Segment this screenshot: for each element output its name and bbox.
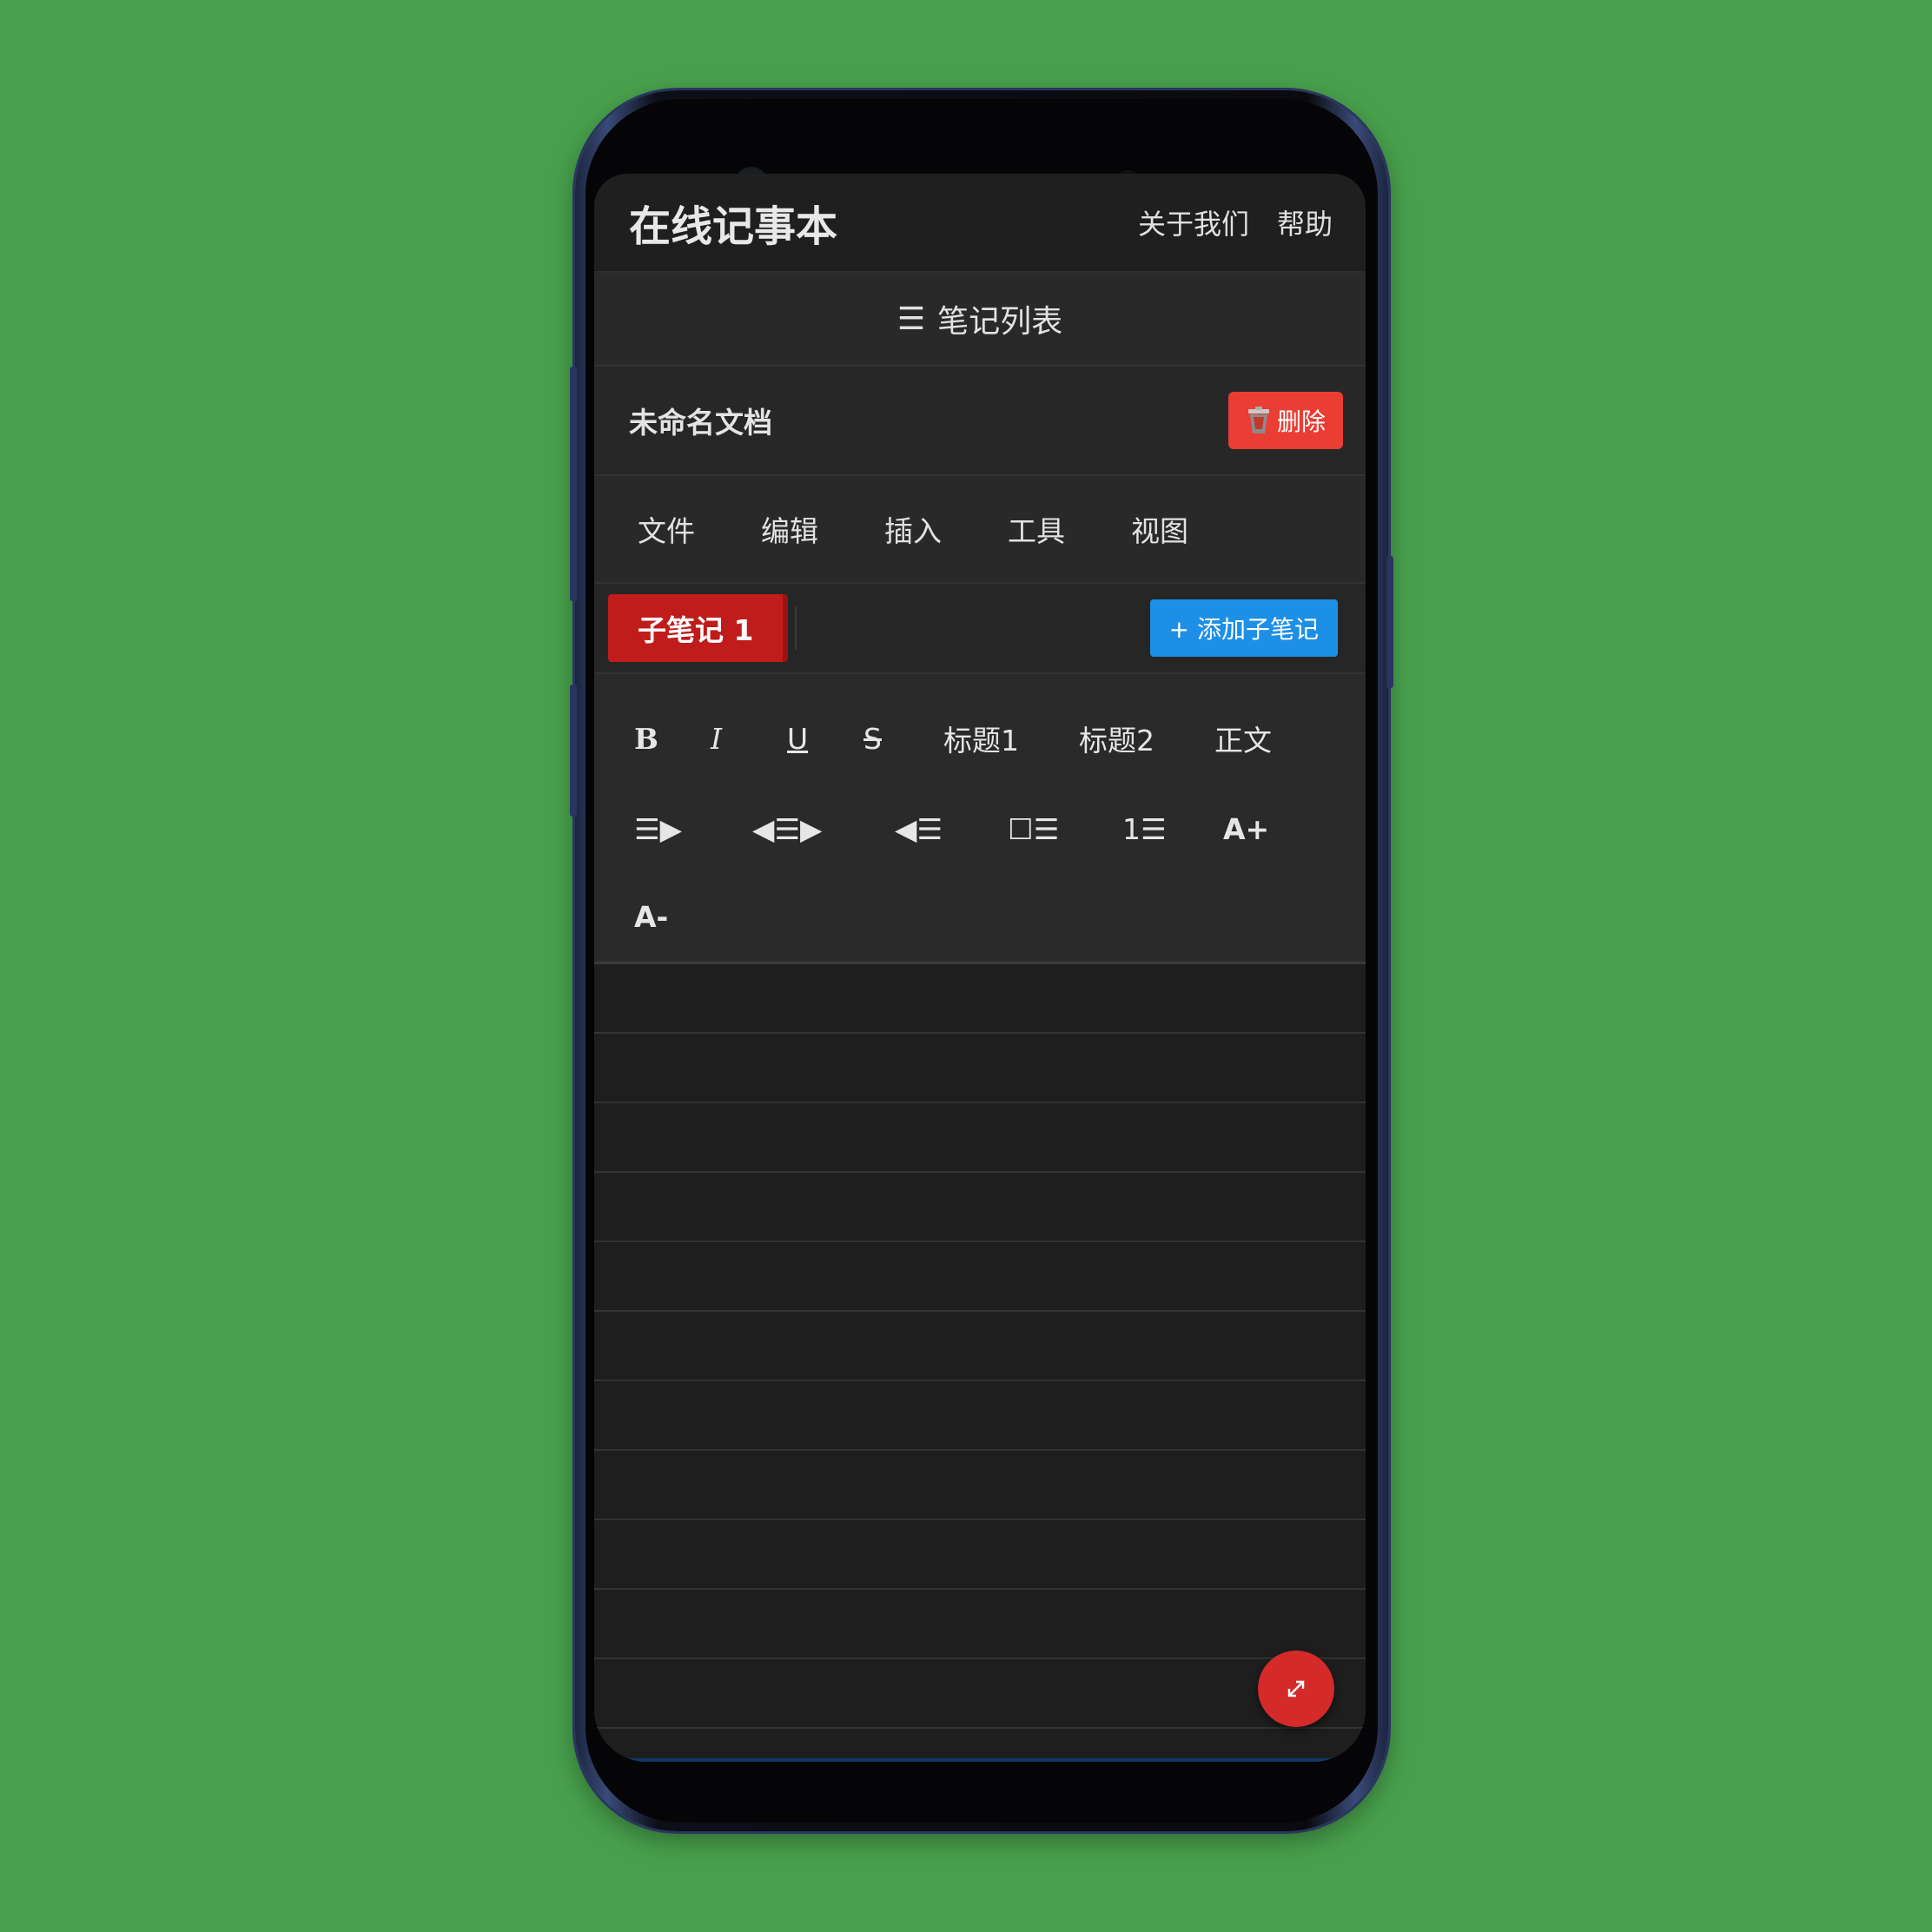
align-left-button[interactable]: ☰▶ <box>634 812 752 846</box>
increase-font-button[interactable]: A+ <box>1223 812 1301 846</box>
heading1-button[interactable]: 标题1 <box>943 718 1079 759</box>
align-right-icon: ◀☰ <box>895 811 943 846</box>
notes-list-toggle[interactable]: ☰ 笔记列表 <box>594 273 1366 367</box>
delete-label: 删除 <box>1276 407 1326 436</box>
toolbar-row-1: B I U S 标题1 标题2 正文 <box>634 693 1366 784</box>
hamburger-icon: ☰ <box>897 301 926 337</box>
menu-tools[interactable]: 工具 <box>1008 508 1065 550</box>
tab-divider <box>795 606 797 650</box>
ordered-list-icon: 1☰ <box>1122 811 1167 846</box>
fullscreen-fab[interactable] <box>1258 1651 1334 1727</box>
document-bar: 未命名文档 删除 <box>594 367 1366 476</box>
menu-view[interactable]: 视图 <box>1131 508 1188 550</box>
document-title[interactable]: 未命名文档 <box>629 400 772 441</box>
toolbar-row-2: ☰▶ ◀☰▶ ◀☰ ☐☰ 1☰ A+ <box>634 784 1366 874</box>
notes-list-label: 笔记列表 <box>937 304 1063 340</box>
power-button <box>1386 556 1393 688</box>
italic-button[interactable]: I <box>711 722 787 756</box>
underline-button[interactable]: U <box>787 722 863 756</box>
checklist-icon: ☐☰ <box>1008 811 1060 846</box>
menu-file[interactable]: 文件 <box>638 508 695 550</box>
volume-button <box>570 367 577 601</box>
screen-bottom-edge <box>594 1758 1366 1762</box>
app-title: 在线记事本 <box>629 202 838 251</box>
menu-bar: 文件 编辑 插入 工具 视图 <box>594 476 1366 584</box>
align-right-button[interactable]: ◀☰ <box>895 812 1008 846</box>
ordered-list-number: 1 <box>1122 811 1141 846</box>
help-link[interactable]: 帮助 <box>1277 202 1333 242</box>
about-us-link[interactable]: 关于我们 <box>1138 202 1249 242</box>
align-center-button[interactable]: ◀☰▶ <box>752 812 895 846</box>
align-left-icon: ☰▶ <box>634 811 682 846</box>
bixby-button <box>570 685 577 817</box>
menu-insert[interactable]: 插入 <box>884 508 942 550</box>
ordered-list-button[interactable]: 1☰ <box>1122 812 1223 846</box>
decrease-font-button[interactable]: A- <box>634 900 712 934</box>
trash-icon <box>1247 407 1269 433</box>
menu-edit[interactable]: 编辑 <box>761 508 818 550</box>
strikethrough-button[interactable]: S <box>863 722 943 756</box>
delete-button[interactable]: 删除 <box>1227 392 1343 449</box>
tabs-left: 子笔记 1 <box>608 594 797 662</box>
expand-arrows-icon <box>1287 1680 1305 1697</box>
format-toolbar: B I U S 标题1 标题2 正文 ☰▶ ◀☰▶ ◀☰ ☐☰ 1☰ A+ A- <box>594 674 1366 964</box>
align-center-icon: ◀☰▶ <box>752 811 823 846</box>
bold-button[interactable]: B <box>634 722 711 756</box>
checklist-button[interactable]: ☐☰ <box>1008 812 1122 846</box>
heading2-button[interactable]: 标题2 <box>1079 718 1214 759</box>
app-screen: 在线记事本 关于我们 帮助 ☰ 笔记列表 未命名文档 删除 文件 编辑 插入 工… <box>594 174 1366 1762</box>
tab-subnote-1[interactable]: 子笔记 1 <box>608 594 789 662</box>
header-links: 关于我们 帮助 <box>1138 202 1333 242</box>
add-subnote-button[interactable]: + 添加子笔记 <box>1149 599 1338 657</box>
subnote-tabs: 子笔记 1 + 添加子笔记 <box>594 584 1366 674</box>
note-editor[interactable] <box>594 964 1366 1762</box>
app-header: 在线记事本 关于我们 帮助 <box>594 174 1366 273</box>
toolbar-row-3: A- <box>634 874 1366 959</box>
body-text-button[interactable]: 正文 <box>1214 718 1319 759</box>
